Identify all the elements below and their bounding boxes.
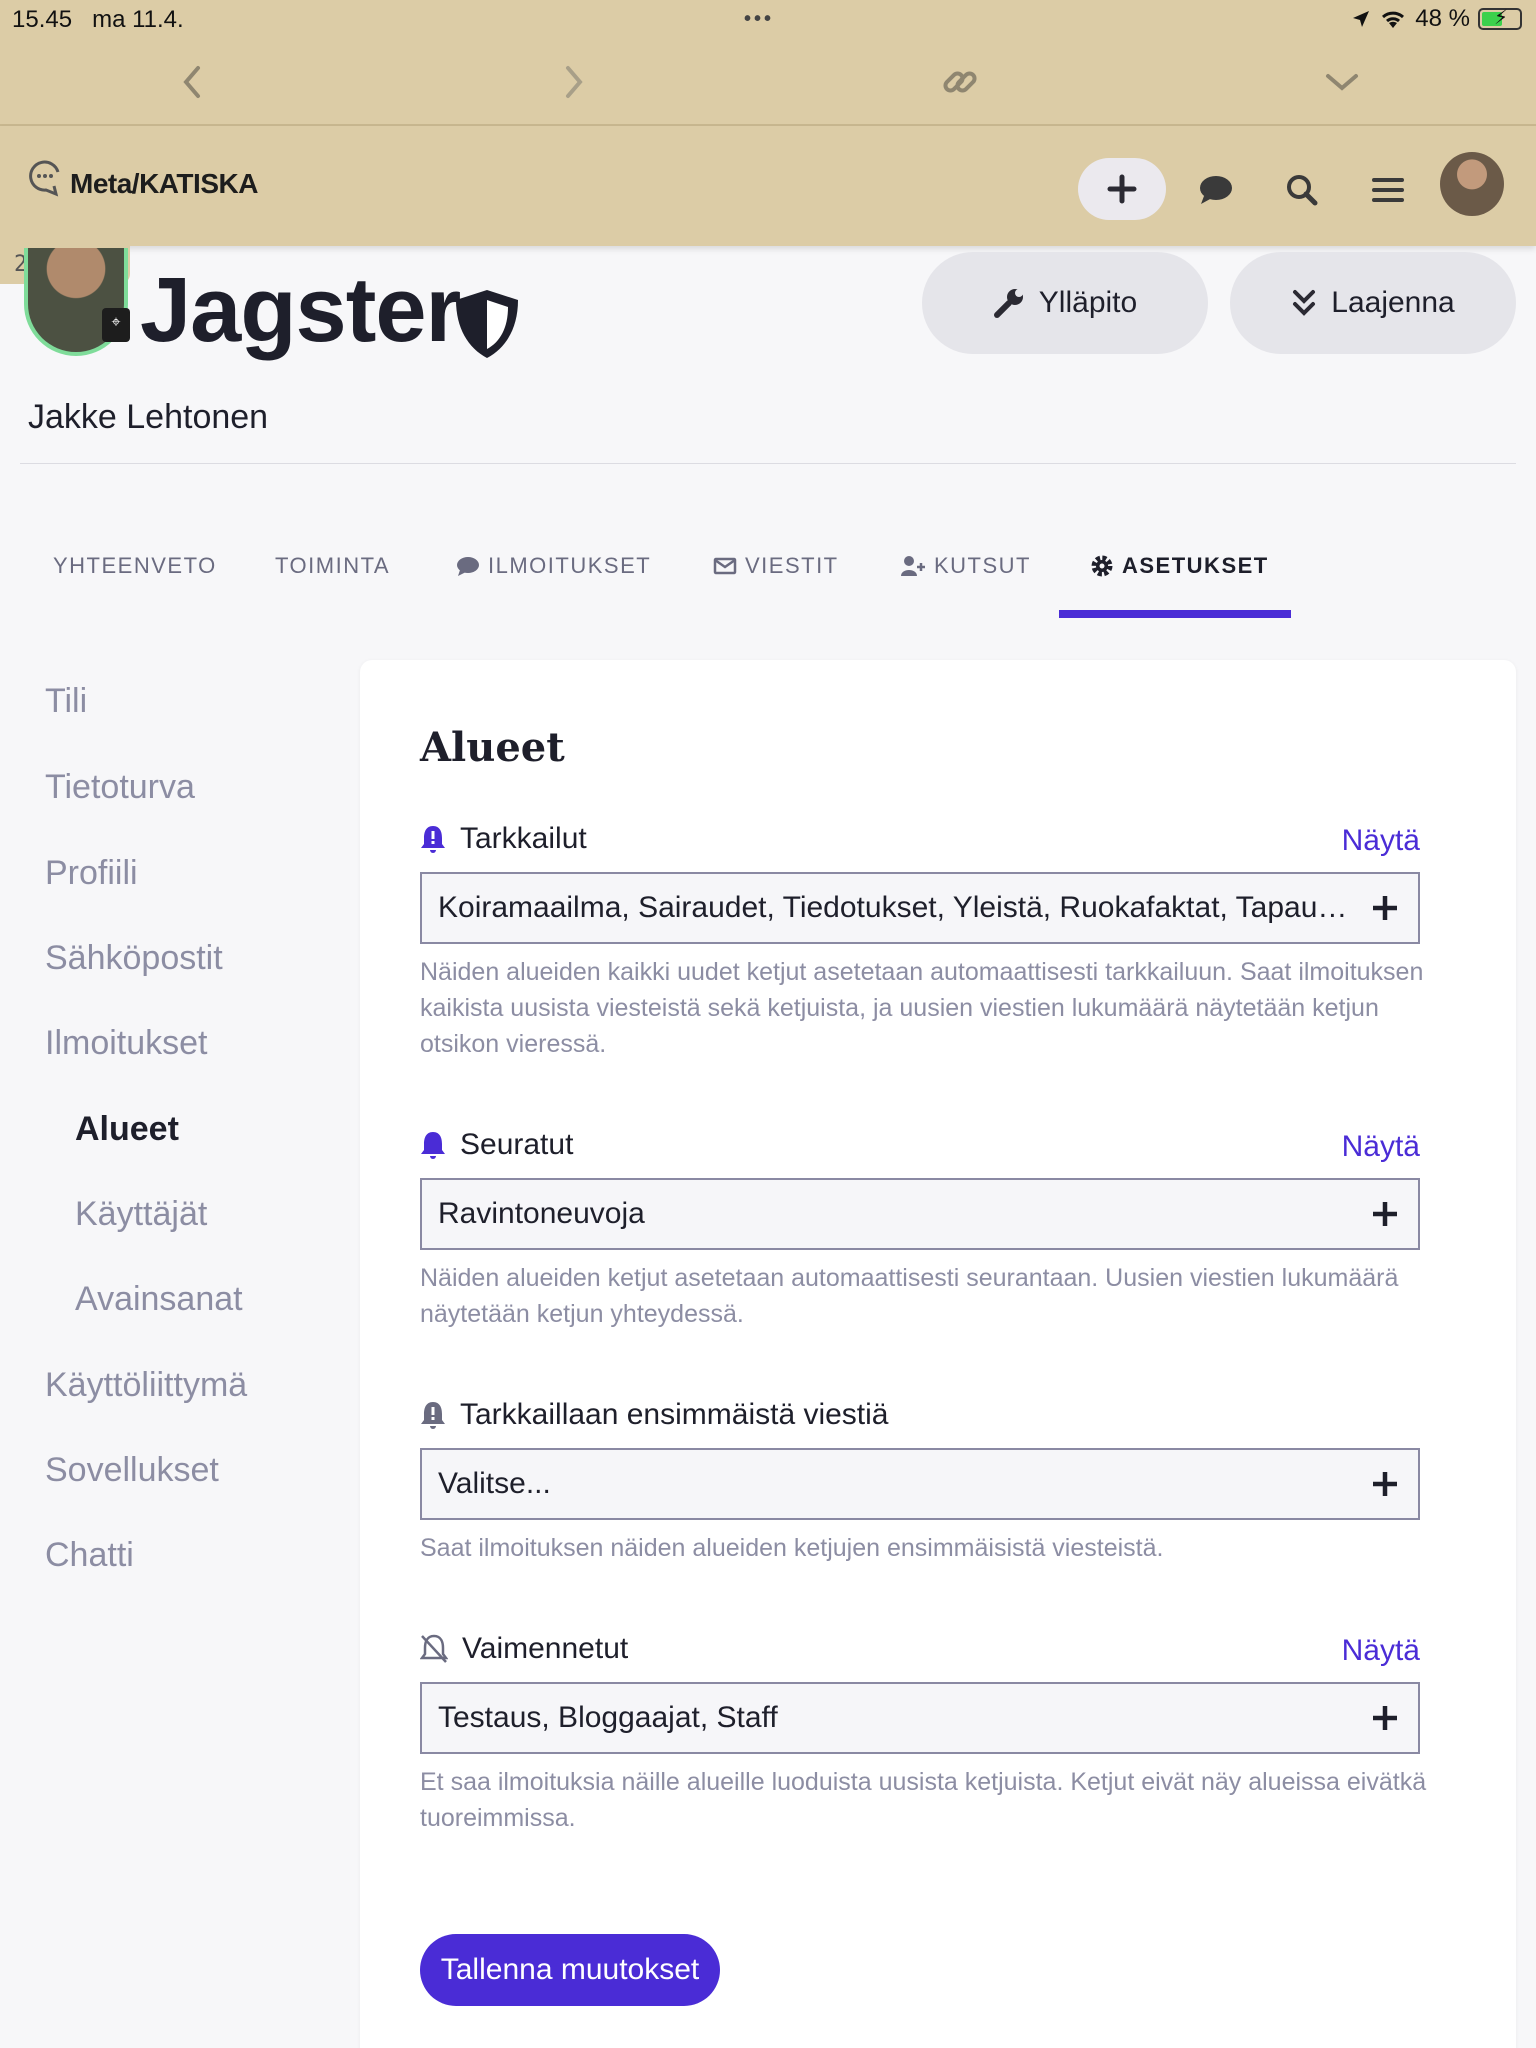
site-header: Meta/KATISKA [0,126,1536,246]
sidebar-item-tags[interactable]: Avainsanat [75,1280,243,1319]
bell-exclamation-icon [421,826,445,853]
new-topic-button[interactable] [1078,158,1166,220]
settings-card: Alueet Tarkkailut Näytä Koiramaailma, Sa… [360,660,1516,2048]
user-avatar[interactable] [1440,152,1504,216]
muted-categories-value: Testaus, Bloggaajat, Staff [438,1701,778,1734]
status-time: 15.45 ma 11.4. [12,6,184,33]
sidebar-item-profile[interactable]: Profiili [45,854,138,893]
chat-icon [1200,176,1232,204]
section-title: Alueet [420,724,565,771]
watched-show-link[interactable]: Näytä [1342,824,1420,858]
wrench-icon [993,289,1023,318]
chevron-left-icon [183,66,200,98]
expand-button[interactable]: Laajenna [1230,252,1516,354]
status-right: 48 % ⚡ [1351,5,1522,33]
watched-first-post-select[interactable]: Valitse... [420,1448,1420,1520]
plus-icon [1368,1197,1402,1231]
watched-label: Tarkkailut [420,822,587,856]
link-icon [943,71,977,93]
sidebar-item-apps[interactable]: Sovellukset [45,1451,219,1490]
moderator-shield-icon [456,290,518,358]
flair-badge-icon: ⌖ [102,308,130,342]
tab-messages[interactable]: VIESTIT [713,548,839,584]
collapse-toolbar-button[interactable] [1318,58,1366,106]
watched-first-post-help-text: Saat ilmoituksen näiden alueiden ketjuje… [420,1534,1164,1562]
watched-first-post-label: Tarkkaillaan ensimmäistä viestiä [420,1398,889,1432]
sidebar-item-interface[interactable]: Käyttöliittymä [45,1366,247,1405]
chat-bubble-logo-icon [29,160,60,197]
watched-help-text: Näiden alueiden kaikki uudet ketjut aset… [420,958,1424,1058]
tab-notifications[interactable]: ILMOITUKSET [456,548,651,584]
watched-categories-value: Koiramaailma, Sairaudet, Tiedotukset, Yl… [438,891,1352,924]
tab-summary[interactable]: YHTEENVETO [53,548,217,584]
bell-exclamation-icon [421,1402,445,1429]
search-button[interactable] [1278,166,1326,214]
tab-settings[interactable]: ASETUKSET [1090,548,1269,584]
muted-label: Vaimennetut [420,1632,628,1666]
share-link-button[interactable] [936,58,984,106]
watched-categories-select[interactable]: Koiramaailma, Sairaudet, Tiedotukset, Yl… [420,872,1420,944]
active-tab-indicator [1059,610,1291,618]
admin-button[interactable]: Ylläpito [922,252,1208,354]
tracked-categories-value: Ravintoneuvoja [438,1197,645,1230]
sidebar-item-notifications[interactable]: Ilmoitukset [45,1024,208,1063]
bell-icon [421,1132,445,1159]
user-plus-icon [901,556,925,576]
search-icon [1287,175,1318,206]
menu-button[interactable] [1364,166,1412,214]
chevron-right-icon [566,66,583,98]
sidebar-item-users[interactable]: Käyttäjät [75,1195,207,1234]
profile-username: Jagster [140,259,461,361]
tracked-show-link[interactable]: Näytä [1342,1130,1420,1164]
multitask-dots-icon[interactable]: ••• [744,8,774,31]
battery-icon: ⚡ [1478,7,1522,30]
battery-percent: 48 % [1415,5,1470,32]
divider [20,463,1516,464]
back-button[interactable] [168,58,216,106]
browser-toolbar [0,40,1536,126]
muted-show-link[interactable]: Näytä [1342,1634,1420,1668]
muted-categories-select[interactable]: Testaus, Bloggaajat, Staff [420,1682,1420,1754]
hamburger-icon [1372,178,1404,202]
sidebar-item-security[interactable]: Tietoturva [45,768,195,807]
bell-slash-icon [420,1634,448,1663]
wifi-icon [1382,11,1405,28]
status-bar: 15.45 ma 11.4. ••• 48 % ⚡ [0,0,1536,40]
save-changes-button[interactable]: Tallenna muutokset [420,1934,720,2006]
tab-activity[interactable]: TOIMINTA [275,548,390,584]
location-icon [1353,11,1370,27]
plus-icon [1368,891,1402,925]
site-name: Meta/KATISKA [70,168,258,199]
sidebar-item-account[interactable]: Tili [45,682,87,721]
gear-icon [1091,555,1113,577]
sidebar-item-emails[interactable]: Sähköpostit [45,939,223,978]
double-chevron-down-icon [1293,290,1316,316]
plus-icon [1107,174,1137,204]
chevron-down-icon [1326,74,1358,91]
tracked-help-text: Näiden alueiden ketjut asetetaan automaa… [420,1264,1399,1328]
tracked-label: Seuratut [420,1128,573,1162]
chat-button[interactable] [1192,166,1240,214]
plus-icon [1368,1467,1402,1501]
envelope-icon [713,557,737,575]
watched-first-post-value: Valitse... [438,1467,551,1500]
profile-tabs: YHTEENVETO TOIMINTA ILMOITUKSET VIESTIT … [0,548,1536,618]
comment-icon [457,557,479,576]
tab-invites[interactable]: KUTSUT [900,548,1031,584]
tracked-categories-select[interactable]: Ravintoneuvoja [420,1178,1420,1250]
sidebar-item-chat[interactable]: Chatti [45,1536,134,1575]
forward-button[interactable] [550,58,598,106]
profile-full-name: Jakke Lehtonen [28,398,269,436]
muted-help-text: Et saa ilmoituksia näille alueille luodu… [420,1768,1427,1832]
site-logo[interactable]: Meta/KATISKA [28,160,258,200]
sidebar-item-categories[interactable]: Alueet [75,1110,179,1149]
plus-icon [1368,1701,1402,1735]
